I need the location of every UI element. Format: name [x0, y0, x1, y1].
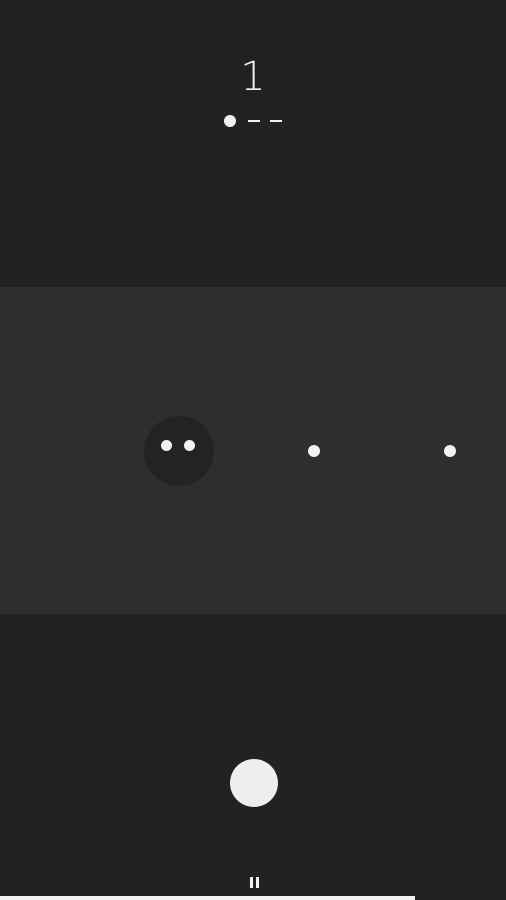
pause-icon: [256, 877, 259, 888]
play-lane: [0, 287, 506, 614]
game-screen[interactable]: 1: [0, 0, 506, 900]
stage-progress-current-dot: [224, 115, 236, 127]
target-dot: [308, 445, 320, 457]
stage-progress-indicator: [222, 114, 286, 128]
level-number: 1: [240, 54, 266, 100]
action-button[interactable]: [230, 759, 278, 807]
player-right-eye: [184, 440, 195, 451]
player-left-eye: [161, 440, 172, 451]
player-character: [144, 416, 214, 486]
stage-progress-dash: [270, 120, 282, 122]
level-progress-bar: [0, 896, 506, 900]
level-progress-fill: [0, 896, 415, 900]
pause-button[interactable]: [244, 872, 264, 892]
target-dot: [444, 445, 456, 457]
stage-progress-dash: [248, 120, 260, 122]
pause-icon: [250, 877, 253, 888]
